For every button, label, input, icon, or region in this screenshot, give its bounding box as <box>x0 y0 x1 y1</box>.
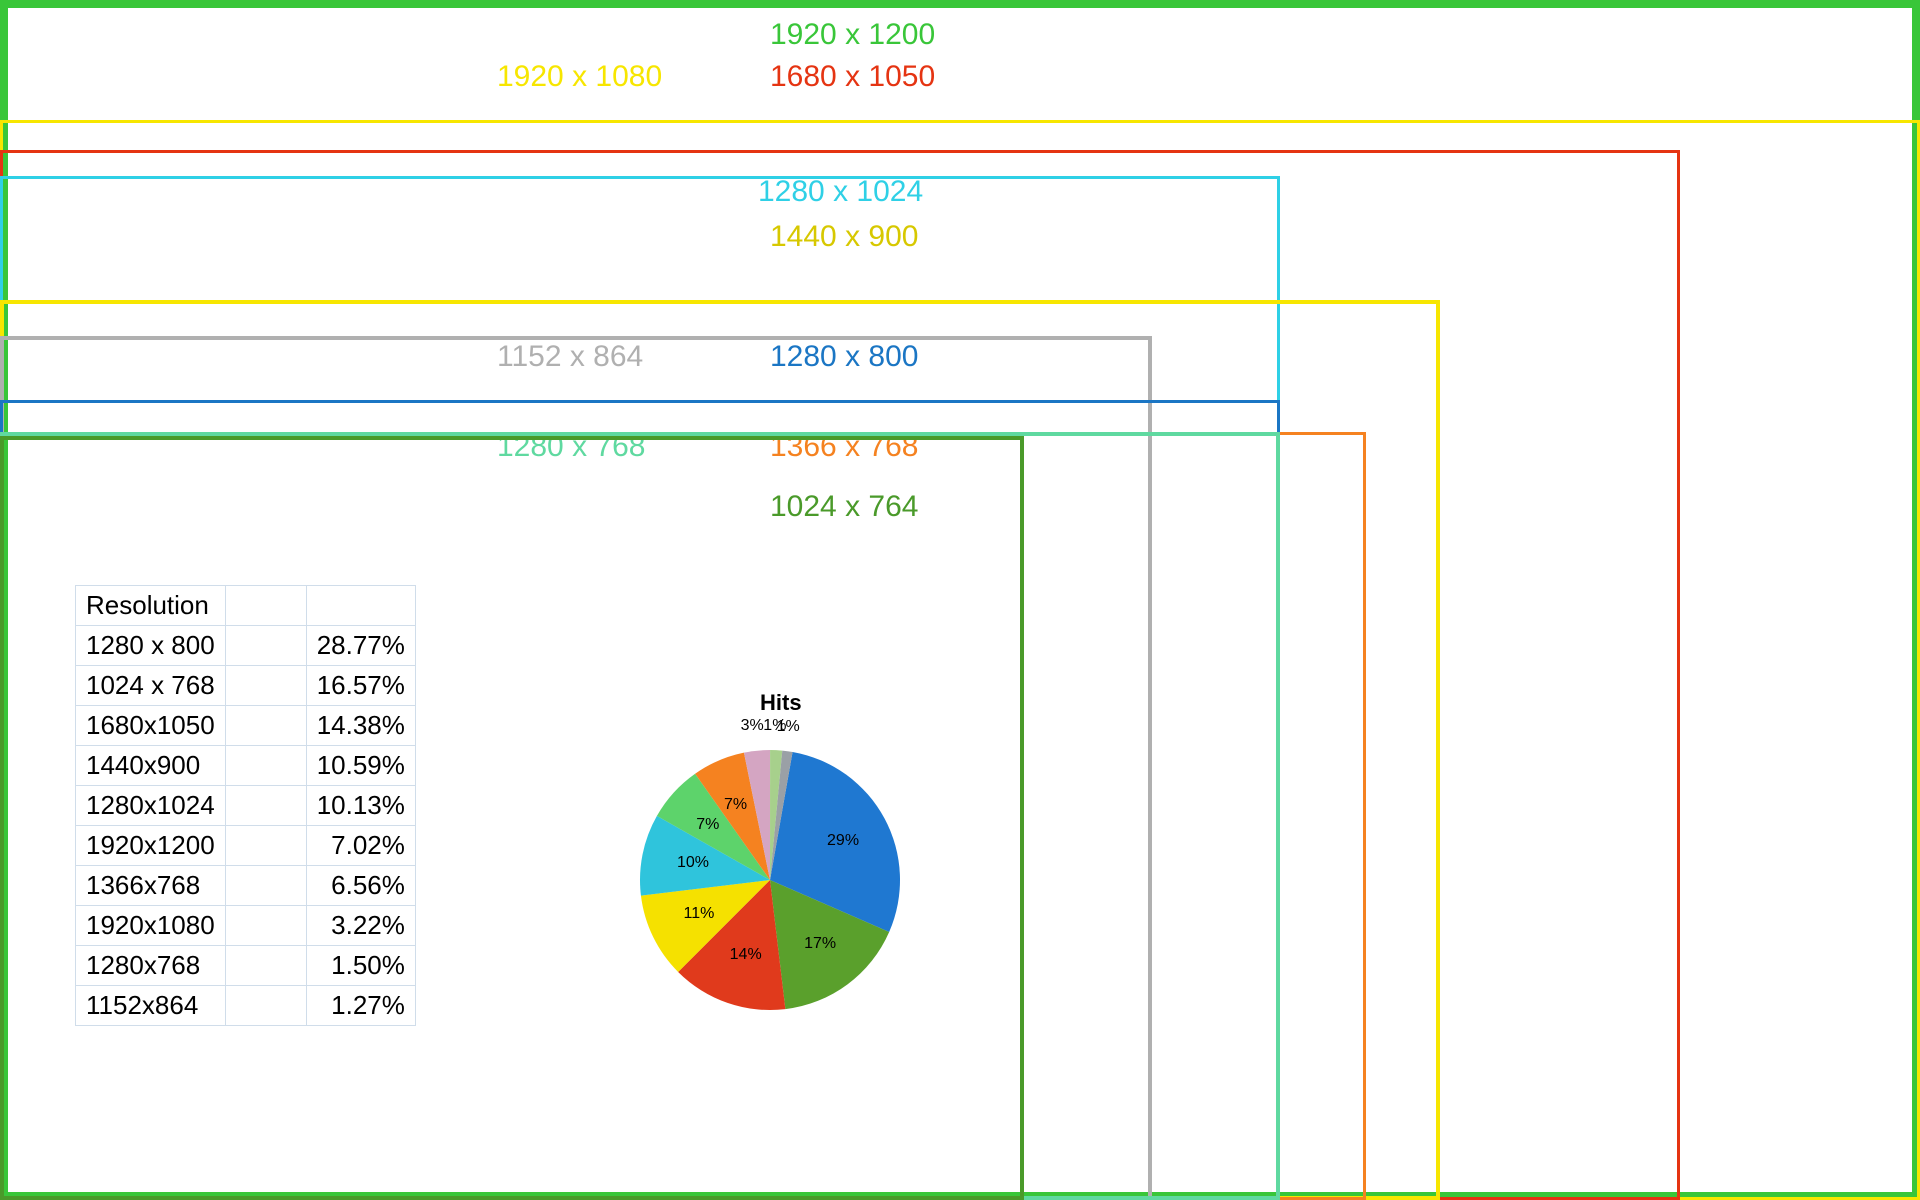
table-row: 1152x864 1.27% <box>76 986 416 1026</box>
table-cell-percent: 6.56% <box>306 866 415 906</box>
table-cell-resolution: 1920x1200 <box>76 826 226 866</box>
table-cell-resolution: 1920x1080 <box>76 906 226 946</box>
table-cell-percent: 3.22% <box>306 906 415 946</box>
pie-slice-label: 7% <box>696 816 719 834</box>
box-1280x1024-label: 1280 x 1024 <box>758 175 923 209</box>
table-cell-percent: 7.02% <box>306 826 415 866</box>
box-1920x1080-label: 1920 x 1080 <box>497 60 662 94</box>
table-cell-resolution: 1280x1024 <box>76 786 226 826</box>
pie-slice-label: 1% <box>777 718 800 736</box>
box-1024x764-label: 1024 x 764 <box>770 490 918 524</box>
table-cell-resolution: 1366x768 <box>76 866 226 906</box>
table-row: 1280x1024 10.13% <box>76 786 416 826</box>
hits-pie-chart: Hits29%17%14%11%10%7%7%3%1%1% <box>550 680 990 1060</box>
box-1280x800-label: 1280 x 800 <box>770 340 918 374</box>
pie-slice-label: 7% <box>724 796 747 814</box>
resolution-diagram: 1920 x 1200 1920 x 1080 1680 x 1050 1280 x … <box>0 0 1920 1200</box>
box-1152x864-label: 1152 x 864 <box>497 340 643 374</box>
table-row: 1680x1050 14.38% <box>76 706 416 746</box>
box-1680x1050-label: 1680 x 1050 <box>770 60 935 94</box>
table-row: 1024 x 768 16.57% <box>76 666 416 706</box>
table-cell-percent: 14.38% <box>306 706 415 746</box>
box-1440x900-label: 1440 x 900 <box>770 220 918 254</box>
table-row: 1920x1200 7.02% <box>76 826 416 866</box>
table-row: 1280 x 800 28.77% <box>76 626 416 666</box>
pie-slice-label: 17% <box>804 935 836 953</box>
table-cell-resolution: 1680x1050 <box>76 706 226 746</box>
table-header-resolution: Resolution <box>76 586 226 626</box>
box-1920x1200-label: 1920 x 1200 <box>770 18 935 52</box>
table-cell-percent: 28.77% <box>306 626 415 666</box>
table-row: 1440x900 10.59% <box>76 746 416 786</box>
table-cell-resolution: 1440x900 <box>76 746 226 786</box>
pie-slice-label: 10% <box>677 854 709 872</box>
table-row: 1366x768 6.56% <box>76 866 416 906</box>
table-row: 1280x768 1.50% <box>76 946 416 986</box>
pie-title: Hits <box>760 690 802 716</box>
table-cell-percent: 10.59% <box>306 746 415 786</box>
pie-slice-label: 3% <box>741 717 764 735</box>
pie-slice-label: 11% <box>684 905 715 923</box>
table-cell-percent: 1.27% <box>306 986 415 1026</box>
table-cell-resolution: 1152x864 <box>76 986 226 1026</box>
table-cell-resolution: 1280 x 800 <box>76 626 226 666</box>
pie-slice-label: 29% <box>827 832 859 850</box>
pie-slice-label: 14% <box>730 946 762 964</box>
table-cell-percent: 10.13% <box>306 786 415 826</box>
table-cell-resolution: 1280x768 <box>76 946 226 986</box>
table-cell-percent: 1.50% <box>306 946 415 986</box>
resolution-table: Resolution1280 x 800 28.77% 1024 x 768 16.5… <box>75 585 416 1026</box>
table-cell-percent: 16.57% <box>306 666 415 706</box>
pie-svg <box>550 680 990 1060</box>
table-row: 1920x1080 3.22% <box>76 906 416 946</box>
table-cell-resolution: 1024 x 768 <box>76 666 226 706</box>
